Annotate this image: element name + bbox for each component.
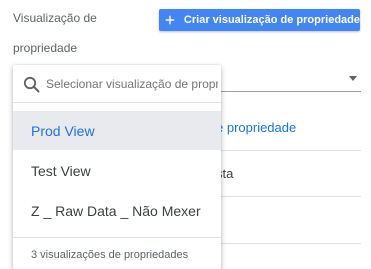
view-label-line1: Visualização de: [13, 11, 97, 25]
option-test-view[interactable]: Test View: [13, 151, 221, 190]
view-select-arrow-icon[interactable]: [349, 76, 357, 81]
option-raw-data[interactable]: Z _ Raw Data _ Não Mexer: [13, 191, 221, 230]
view-dropdown: Prod View Test View Z _ Raw Data _ Não M…: [13, 65, 221, 269]
plus-icon: [165, 15, 175, 25]
view-label-line2: propriedade: [13, 41, 78, 55]
create-view-button-label: Criar visualização de propriedade: [183, 14, 360, 26]
divider: [221, 150, 361, 151]
divider: [221, 196, 361, 197]
option-label: Prod View: [31, 122, 95, 139]
view-select-underline: [221, 91, 361, 92]
search-icon: [23, 76, 40, 93]
create-view-button[interactable]: Criar visualização de propriedade: [159, 9, 360, 31]
dropdown-footer-count: 3 visualizações de propriedades: [31, 249, 189, 261]
option-label: Z _ Raw Data _ Não Mexer: [31, 202, 201, 219]
option-prod-view[interactable]: Prod View: [13, 111, 221, 150]
divider: [13, 237, 221, 238]
dropdown-search-input[interactable]: [46, 75, 218, 93]
background-row-property: e propriedade: [216, 120, 297, 135]
option-label: Test View: [31, 162, 91, 179]
dropdown-search-row: [13, 65, 221, 103]
divider: [221, 243, 361, 244]
